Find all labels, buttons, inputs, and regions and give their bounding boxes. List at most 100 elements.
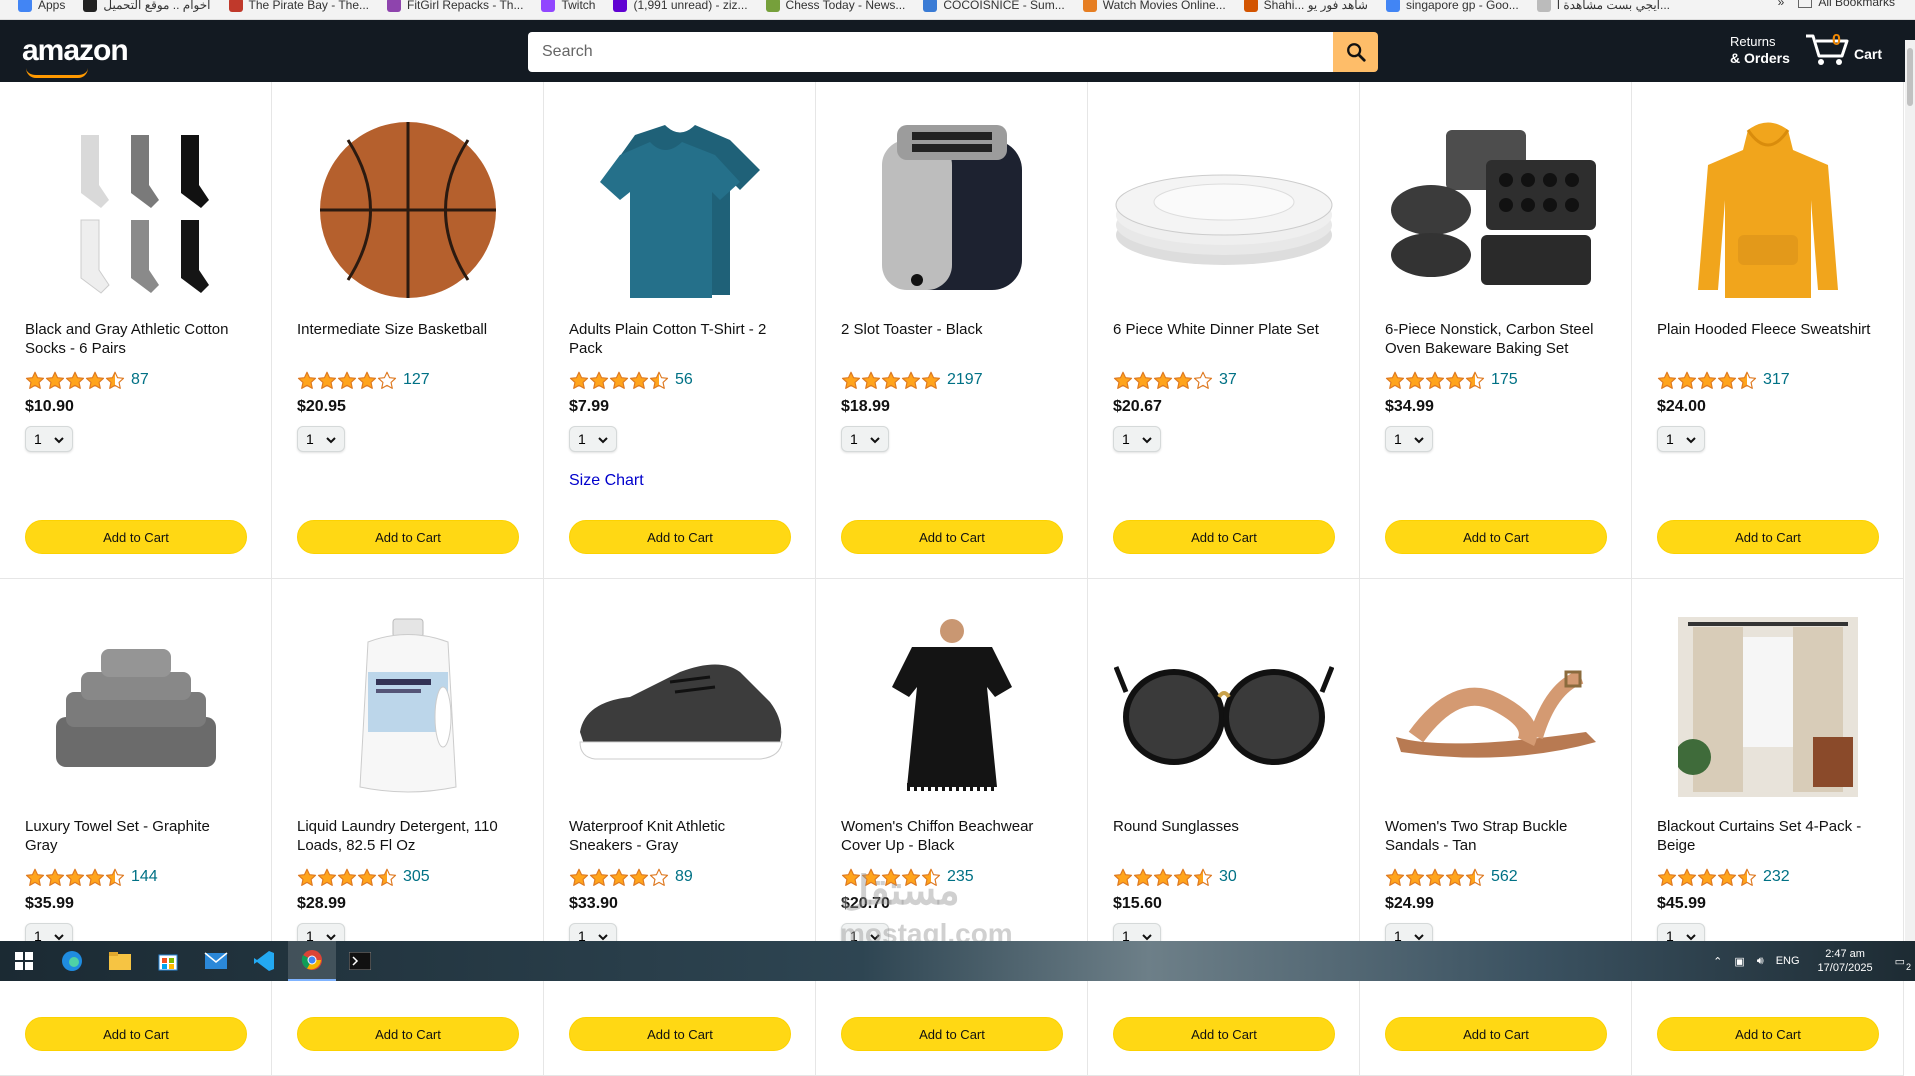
rating-count-link[interactable]: 30 xyxy=(1219,868,1237,886)
bookmark-label: ايجي بست مشاهدة ا... xyxy=(1556,0,1671,12)
star-icon xyxy=(861,371,881,389)
quantity-select[interactable]: 1 xyxy=(569,426,617,452)
add-to-cart-button[interactable]: Add to Cart xyxy=(1657,1017,1879,1051)
quantity-select[interactable]: 1 xyxy=(841,426,889,452)
bookmark-item[interactable]: اخوام .. موقع التحميل xyxy=(83,0,211,12)
bookmark-item[interactable]: singapore gp - Goo... xyxy=(1385,0,1519,12)
bookmarks-more-button[interactable]: » xyxy=(1778,0,1785,9)
sneakers-product-image[interactable] xyxy=(569,617,790,797)
toaster-product-image[interactable] xyxy=(841,120,1062,300)
quantity-select[interactable]: 1 xyxy=(1657,426,1705,452)
amazon-logo[interactable]: amazon xyxy=(22,34,129,78)
bookmark-favicon-icon xyxy=(765,0,780,12)
bookmark-item[interactable]: COCOISNICE - Sum... xyxy=(923,0,1065,12)
quantity-select[interactable]: 1 xyxy=(1113,426,1161,452)
rating-count-link[interactable]: 37 xyxy=(1219,371,1237,389)
bookmark-item[interactable]: Chess Today - News... xyxy=(765,0,905,12)
rating-count-link[interactable]: 232 xyxy=(1763,868,1790,886)
star-icon xyxy=(649,371,669,389)
plates-product-image[interactable] xyxy=(1113,120,1334,300)
scrollbar-thumb[interactable] xyxy=(1907,48,1913,106)
quantity-select[interactable]: 1 xyxy=(25,426,73,452)
curtains-product-image[interactable] xyxy=(1657,617,1878,797)
rating-count-link[interactable]: 127 xyxy=(403,371,430,389)
store-icon[interactable] xyxy=(144,941,192,981)
notifications-icon[interactable]: ▭ 2 xyxy=(1895,955,1911,972)
bookmark-favicon-icon xyxy=(18,0,32,12)
bookmark-item[interactable]: ايجي بست مشاهدة ا... xyxy=(1536,0,1671,12)
add-to-cart-button[interactable]: Add to Cart xyxy=(1113,1017,1335,1051)
towels-product-image[interactable] xyxy=(25,617,246,797)
language-indicator[interactable]: ENG xyxy=(1776,955,1800,967)
rating-count-link[interactable]: 562 xyxy=(1491,868,1518,886)
chrome-icon[interactable] xyxy=(288,941,336,981)
vscode-icon[interactable] xyxy=(240,941,288,981)
rating-count-link[interactable]: 89 xyxy=(675,868,693,886)
hoodie-product-image[interactable] xyxy=(1657,120,1878,300)
rating-stars xyxy=(569,371,669,390)
mail-icon[interactable] xyxy=(192,941,240,981)
detergent-product-image[interactable] xyxy=(297,617,518,797)
add-to-cart-button[interactable]: Add to Cart xyxy=(1385,1017,1607,1051)
rating-count-link[interactable]: 235 xyxy=(947,868,974,886)
quantity-select[interactable]: 1 xyxy=(1385,426,1433,452)
rating-count-link[interactable]: 2197 xyxy=(947,371,983,389)
add-to-cart-button[interactable]: Add to Cart xyxy=(1385,520,1607,554)
add-to-cart-button[interactable]: Add to Cart xyxy=(297,1017,519,1051)
sunglasses-product-image[interactable] xyxy=(1113,617,1334,797)
add-to-cart-button[interactable]: Add to Cart xyxy=(841,520,1063,554)
size-chart-link[interactable]: Size Chart xyxy=(569,472,644,490)
bakeware-product-image[interactable] xyxy=(1385,120,1606,300)
add-to-cart-button[interactable]: Add to Cart xyxy=(569,1017,791,1051)
bookmark-item[interactable]: The Pirate Bay - The... xyxy=(228,0,369,12)
network-icon[interactable]: ▣ xyxy=(1734,955,1744,968)
system-tray: ⌃ ▣ 🔊︎ ENG 2:47 am 17/07/2025 ▭ 2 xyxy=(1707,941,1915,981)
add-to-cart-button[interactable]: Add to Cart xyxy=(841,1017,1063,1051)
rating-count-link[interactable]: 305 xyxy=(403,868,430,886)
bookmark-item[interactable]: Twitch xyxy=(541,0,595,12)
bookmark-item[interactable]: Shahi... شاهد فور يو xyxy=(1243,0,1368,12)
rating-count-link[interactable]: 175 xyxy=(1491,371,1518,389)
chevron-down-icon xyxy=(1686,431,1696,447)
rating-count-link[interactable]: 317 xyxy=(1763,371,1790,389)
bookmark-item[interactable]: (1,991 unread) - ziz... xyxy=(613,0,748,12)
tshirt-product-image[interactable] xyxy=(569,120,790,300)
volume-icon[interactable]: 🔊︎ xyxy=(1757,955,1764,968)
rating-stars xyxy=(25,371,125,390)
search-input[interactable] xyxy=(528,32,1333,72)
bookmark-item[interactable]: Watch Movies Online... xyxy=(1082,0,1226,12)
add-to-cart-button[interactable]: Add to Cart xyxy=(297,520,519,554)
add-to-cart-button[interactable]: Add to Cart xyxy=(1113,520,1335,554)
page-scrollbar[interactable] xyxy=(1905,40,1915,942)
star-icon xyxy=(337,868,357,886)
star-icon xyxy=(1657,868,1677,886)
sandals-product-image[interactable] xyxy=(1385,617,1606,797)
socks-product-image[interactable] xyxy=(25,120,246,300)
terminal-icon[interactable] xyxy=(336,941,384,981)
rating-count-link[interactable]: 144 xyxy=(131,868,158,886)
rating-count-link[interactable]: 56 xyxy=(675,371,693,389)
add-to-cart-button[interactable]: Add to Cart xyxy=(25,1017,247,1051)
all-bookmarks-link[interactable]: All Bookmarks xyxy=(1818,0,1895,9)
edge-browser-icon[interactable] xyxy=(48,941,96,981)
file-explorer-icon[interactable] xyxy=(96,941,144,981)
add-to-cart-button[interactable]: Add to Cart xyxy=(25,520,247,554)
bookmark-item[interactable]: Apps xyxy=(18,0,65,12)
star-icon xyxy=(1193,868,1213,886)
product-price: $10.90 xyxy=(25,398,74,415)
rating-count-link[interactable]: 87 xyxy=(131,371,149,389)
cart-link[interactable]: 0 Cart xyxy=(1804,30,1882,66)
basketball-product-image[interactable] xyxy=(297,120,518,300)
bookmark-favicon-icon xyxy=(923,0,938,12)
tray-chevron-icon[interactable]: ⌃ xyxy=(1713,955,1722,968)
coverup-product-image[interactable] xyxy=(841,617,1062,797)
search-button[interactable] xyxy=(1333,32,1378,72)
quantity-select[interactable]: 1 xyxy=(297,426,345,452)
add-to-cart-button[interactable]: Add to Cart xyxy=(569,520,791,554)
add-to-cart-button[interactable]: Add to Cart xyxy=(1657,520,1879,554)
bookmark-item[interactable]: FitGirl Repacks - Th... xyxy=(387,0,523,12)
returns-orders-link[interactable]: Returns & Orders xyxy=(1730,34,1790,66)
taskbar-clock[interactable]: 2:47 am 17/07/2025 xyxy=(1818,947,1873,975)
product-title: Liquid Laundry Detergent, 110 Loads, 82.… xyxy=(297,818,498,854)
windows-start-icon[interactable] xyxy=(0,941,48,981)
